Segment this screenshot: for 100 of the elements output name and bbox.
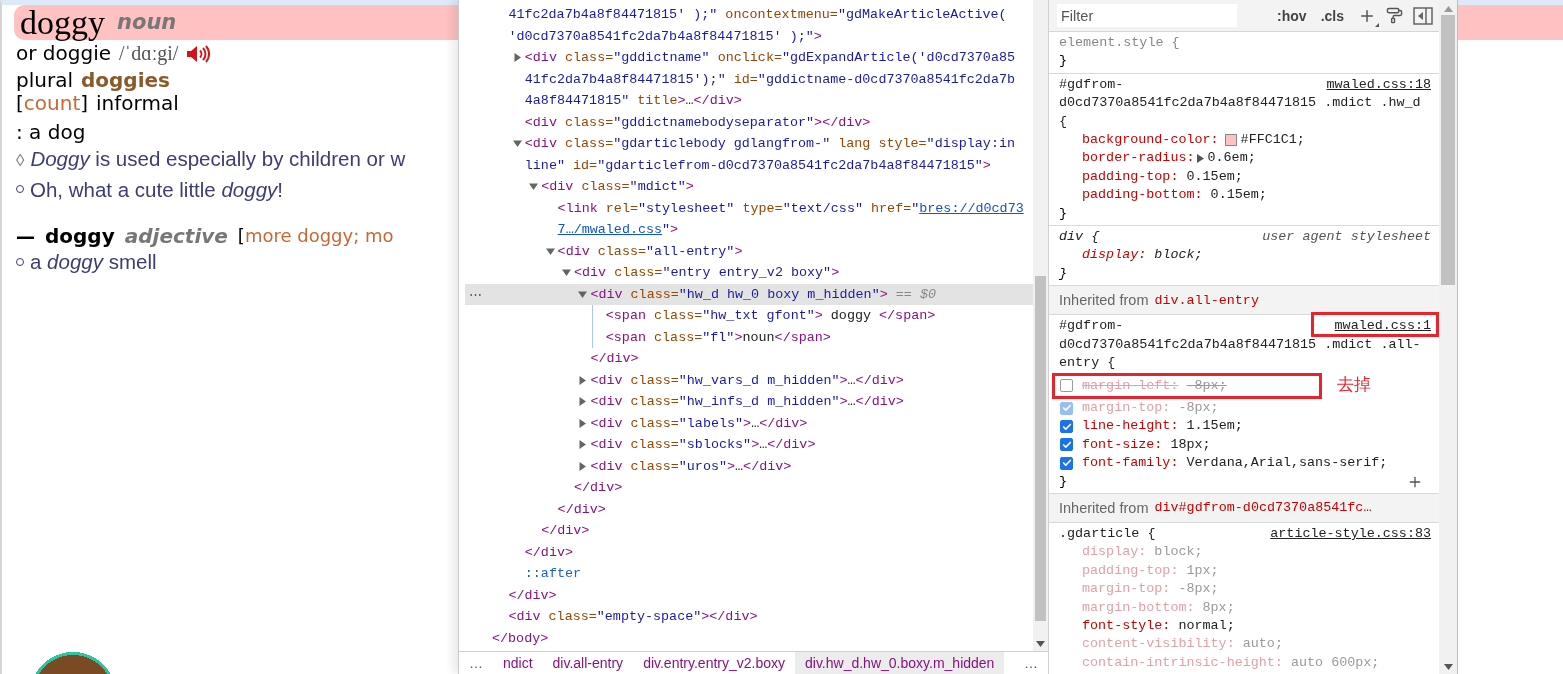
html-tag[interactable]: <div class="gddictnamebodyseparator"></div> <box>524 111 871 133</box>
color-swatch[interactable] <box>1224 134 1237 147</box>
html-tag[interactable]: <div class="hw_d hw_0 boxy m_hidden"> == $0 <box>590 283 936 305</box>
property-name[interactable]: font-size: <box>1082 435 1163 455</box>
closing-tag: </div> <box>524 541 573 563</box>
usage-label: informal <box>96 92 179 115</box>
source-link[interactable]: article-style.css:83 <box>1270 524 1431 544</box>
html-tag[interactable]: <div class="labels">…</div> <box>590 412 808 434</box>
html-tag[interactable]: <div class="all-entry"> <box>557 240 743 262</box>
caret-icon[interactable] <box>562 268 571 278</box>
property-name[interactable]: border-radius: <box>1082 149 1195 168</box>
caret-icon[interactable] <box>578 418 588 428</box>
html-tag[interactable]: 41fc2da7b4a8f84471815' );" oncontextmenu="gdMakeArticleActive( 'd0cd7370a8541fc2da7b4a8f84471815' );"> <box>508 4 1007 47</box>
property-name[interactable]: padding-top: <box>1082 167 1179 187</box>
headword: doggy <box>45 225 115 249</box>
rule-origin: user agent stylesheet <box>1262 228 1431 247</box>
closing-brace: } <box>1059 472 1068 491</box>
scroll-left-button[interactable]: … <box>459 652 493 674</box>
checkbox[interactable] <box>1060 420 1073 433</box>
breadcrumb[interactable]: div.entry.entry_v2.boxy <box>633 652 795 674</box>
html-tag[interactable]: <div class="entry entry_v2 boxy"> <box>574 262 840 284</box>
plural-label: plural <box>16 69 73 92</box>
property-name[interactable]: line-height: <box>1082 417 1179 436</box>
html-tag[interactable]: <div class="gddictname" onclick="gdExpandArticle('d0cd7370a85 41fc2da7b4a8f84471815');" id="gddictname-d0cd7370a8541fc2da7b 4a8f84471815" title>…</div> <box>524 47 1015 112</box>
breadcrumb[interactable]: ndict <box>493 652 543 674</box>
html-tag[interactable]: <span class="fl">noun</span> <box>605 326 831 348</box>
caret-icon[interactable] <box>578 397 588 407</box>
scrollbar[interactable] <box>1439 0 1457 674</box>
selector-line: #gdfrom- <box>1059 317 1124 336</box>
checkbox[interactable] <box>1060 438 1073 452</box>
property-value[interactable]: Verdana,Arial,sans-serif; <box>1186 454 1388 473</box>
selected-row[interactable]: ⋯ <div class="hw_d hw_0 boxy m_hidden"> == $0 <box>465 283 1033 305</box>
more-actions-button[interactable]: ⋯ <box>465 283 485 305</box>
caret-icon[interactable] <box>529 182 539 192</box>
scroll-right-button[interactable]: … <box>1014 652 1048 674</box>
html-tag[interactable]: <div class="hw_infs_d m_hidden">…</div> <box>590 391 904 413</box>
source-link[interactable]: mwaled.css:1 <box>1334 317 1431 336</box>
definition: : a dog <box>16 121 86 144</box>
caret-icon[interactable] <box>578 440 588 450</box>
checkbox[interactable] <box>1060 379 1073 393</box>
selector-line: d0cd7370a8541fc2da7b4a8f84471815 .mdict .all- <box>1059 336 1421 352</box>
breadcrumb[interactable]: div.hw_d.hw_0.boxy.m_hidden <box>795 652 1005 674</box>
checkbox[interactable] <box>1060 456 1073 470</box>
headword: doggy <box>20 5 105 40</box>
scroll-down-icon[interactable] <box>1443 664 1453 670</box>
toggle-button[interactable]: :hov <box>1275 7 1309 24</box>
selector-line: { <box>1059 113 1068 129</box>
html-tag[interactable]: <div class="empty-space"></div> <box>508 606 758 628</box>
filter-field[interactable]: Filter <box>1057 4 1237 27</box>
example-sentence: a doggy smell <box>30 250 157 274</box>
property-name[interactable]: display: <box>1082 246 1147 265</box>
expand-arrow-icon[interactable] <box>1196 154 1204 164</box>
caret-icon[interactable] <box>545 246 555 256</box>
caret-icon[interactable] <box>578 461 588 471</box>
caret-icon[interactable] <box>578 289 588 299</box>
scroll-down-icon[interactable] <box>1036 641 1045 647</box>
toggle-button[interactable]: .cls <box>1318 7 1346 24</box>
property-value[interactable]: 18px; <box>1170 435 1211 455</box>
sidebar-toggle-icon[interactable] <box>1413 6 1433 25</box>
closing-brace: } <box>1059 52 1068 71</box>
speaker-icon[interactable] <box>186 43 211 64</box>
html-tag[interactable]: <div class="gdarticlebody gdlangfrom-" lang style="display:in line" id="gdarticlefrom-d0cd7370a8541fc2da7b4a8f84471815"> <box>524 133 1015 176</box>
html-tag[interactable]: <div class="hw_vars_d m_hidden">…</div> <box>590 369 904 391</box>
property-value[interactable]: 0.6em; <box>1207 149 1256 168</box>
usage-note: ◊ Doggy is used especially by children or w <box>16 147 406 171</box>
property-name[interactable]: font-family: <box>1082 454 1179 473</box>
dash: — <box>16 225 35 248</box>
property-value[interactable]: #FFC1C1; <box>1240 131 1305 150</box>
property-value[interactable]: block; <box>1154 246 1203 265</box>
closing-tag: </body> <box>492 627 549 649</box>
paint-roller-icon[interactable] <box>1386 7 1403 24</box>
pronunciation: /ˈdɑːgi/ <box>119 42 179 65</box>
closing-tag: </div> <box>557 498 606 520</box>
closing-tag: </div> <box>590 348 639 370</box>
property-name[interactable]: background-color: <box>1082 131 1219 150</box>
html-tag[interactable]: <div class="uros">…</div> <box>590 455 792 477</box>
caret-icon[interactable] <box>578 375 588 385</box>
html-tag[interactable]: <link rel="stylesheet" type="text/css" href="bres://d0cd73 7…/mwaled.css"> <box>557 197 1024 241</box>
inherited-element[interactable]: div.all-entry <box>1154 292 1259 308</box>
property-name[interactable]: padding-bottom: <box>1082 186 1203 205</box>
source-link[interactable]: mwaled.css:18 <box>1326 75 1431 95</box>
html-tag[interactable]: <span class="hw_txt gfont"> doggy </span> <box>605 305 936 327</box>
caret-icon[interactable] <box>512 139 522 149</box>
html-tag[interactable]: ::after <box>524 563 582 585</box>
scrollbar[interactable] <box>1033 0 1048 651</box>
selector-line: element.style { <box>1059 34 1180 52</box>
selector-line: div { <box>1059 228 1100 247</box>
property-value[interactable]: 1.15em; <box>1186 417 1243 436</box>
property-value[interactable]: 0.15em; <box>1186 167 1243 187</box>
html-tag[interactable]: <div class="mdict"> <box>541 176 694 198</box>
property-name[interactable]: font-style: <box>1082 616 1171 636</box>
html-tag[interactable]: <div class="sblocks">…</div> <box>590 434 816 456</box>
breadcrumb[interactable]: div.all-entry <box>542 652 634 674</box>
property-value[interactable]: 0.15em; <box>1210 186 1267 205</box>
closing-tag: </div> <box>541 520 590 542</box>
property-value[interactable]: normal; <box>1178 616 1235 636</box>
caret-icon[interactable] <box>512 53 522 63</box>
selector-line: entry { <box>1059 355 1116 371</box>
closing-brace: } <box>1059 264 1068 283</box>
inherited-element[interactable]: div#gdfrom-d0cd7370a8541fc… <box>1154 500 1372 516</box>
